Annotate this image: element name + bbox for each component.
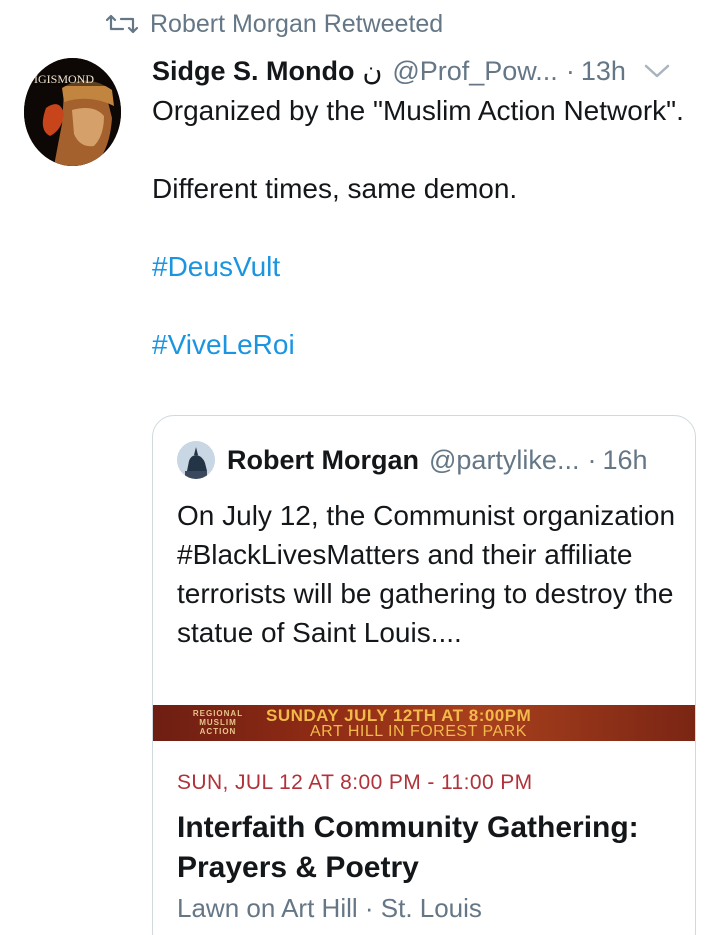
tweet-paragraph: Different times, same demon. bbox=[152, 173, 518, 204]
event-time: SUN, JUL 12 AT 8:00 PM - 11:00 PM bbox=[177, 771, 533, 794]
tweet-body: Organized by the "Muslim Action Network"… bbox=[152, 91, 702, 364]
retweet-context[interactable]: Robert Morgan Retweeted bbox=[106, 8, 443, 40]
event-location: Lawn on Art Hill · St. Louis bbox=[177, 893, 482, 923]
quoted-tweet[interactable]: Robert Morgan @partylike... · 16h On Jul… bbox=[152, 415, 696, 935]
statue-avatar-image bbox=[177, 441, 215, 479]
event-title: Interfaith Community Gathering: Prayers … bbox=[177, 811, 639, 884]
quoted-tweet-body: On July 12, the Communist organization #… bbox=[177, 500, 676, 648]
quoted-author-avatar[interactable] bbox=[177, 441, 215, 479]
quoted-author-name[interactable]: Robert Morgan bbox=[227, 445, 419, 476]
retweet-icon bbox=[106, 14, 138, 34]
author-avatar[interactable]: IGISMOND bbox=[24, 58, 121, 166]
tweet[interactable]: Sidge S. Mondo ن @Prof_Pow... · 13h Orga… bbox=[152, 52, 702, 364]
banner-org-text: REGIONAL MUSLIM ACTION bbox=[192, 709, 244, 736]
quoted-author-handle[interactable]: @partylike... bbox=[429, 445, 579, 476]
author-name-suffix: ن bbox=[362, 55, 383, 86]
chevron-down-icon[interactable] bbox=[644, 62, 670, 80]
quoted-tweet-timestamp[interactable]: 16h bbox=[602, 445, 647, 476]
quoted-tweet-header: Robert Morgan @partylike... · 16h bbox=[177, 440, 648, 480]
separator-dot: · bbox=[587, 444, 597, 475]
hashtag-link[interactable]: #ViveLeRoi bbox=[152, 325, 702, 364]
tweet-paragraph: Organized by the "Muslim Action Network"… bbox=[152, 95, 684, 126]
tweet-timestamp[interactable]: 13h bbox=[581, 56, 626, 87]
banner-location-text: ART HILL IN FOREST PARK bbox=[310, 723, 527, 740]
avatar-text: IGISMOND bbox=[34, 72, 94, 86]
event-banner-image[interactable]: REGIONAL MUSLIM ACTION SUNDAY JULY 12TH … bbox=[153, 705, 695, 741]
event-card[interactable]: SUN, JUL 12 AT 8:00 PM - 11:00 PM Interf… bbox=[177, 768, 677, 926]
retweeted-by-label: Robert Morgan Retweeted bbox=[150, 9, 444, 38]
author-handle[interactable]: @Prof_Pow... bbox=[392, 56, 557, 87]
avatar-portrait: IGISMOND bbox=[24, 58, 121, 166]
separator-dot: · bbox=[565, 55, 575, 86]
author-name[interactable]: Sidge S. Mondo bbox=[152, 56, 355, 87]
hashtag-link[interactable]: #DeusVult bbox=[152, 247, 702, 286]
tweet-header: Sidge S. Mondo ن @Prof_Pow... · 13h bbox=[152, 52, 702, 90]
